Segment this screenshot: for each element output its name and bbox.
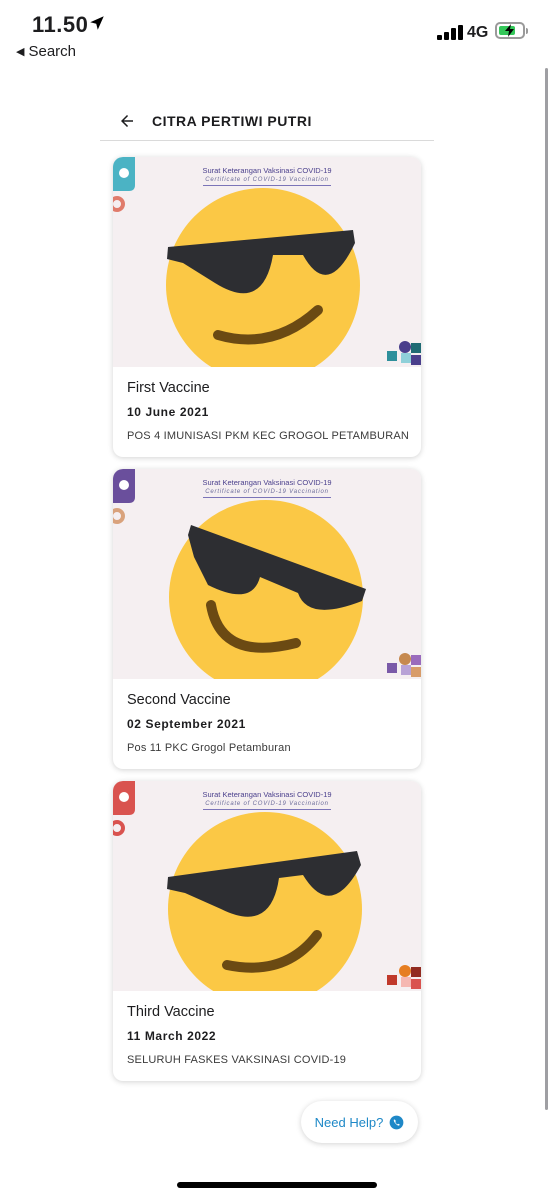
vaccine-location: Pos 11 PKC Grogol Petamburan xyxy=(127,742,291,754)
certificate-logo-icon xyxy=(113,781,135,836)
certificate-preview: Surat Keterangan Vaksinasi COVID-19 Cert… xyxy=(113,469,421,679)
certificate-title: Surat Keterangan Vaksinasi COVID-19 xyxy=(202,790,332,799)
battery-charging-icon xyxy=(495,22,528,39)
vaccine-card-third[interactable]: Surat Keterangan Vaksinasi COVID-19 Cert… xyxy=(113,781,421,1081)
need-help-button[interactable]: Need Help? xyxy=(301,1101,418,1143)
certificate-title: Surat Keterangan Vaksinasi COVID-19 xyxy=(202,478,332,487)
certificate-logo-icon xyxy=(113,157,135,212)
home-indicator xyxy=(177,1182,377,1188)
certificate-title: Surat Keterangan Vaksinasi COVID-19 xyxy=(202,166,332,175)
back-app-label: Search xyxy=(28,43,76,60)
back-triangle-icon: ◀ xyxy=(16,46,25,58)
whatsapp-icon xyxy=(389,1115,404,1129)
arrow-left-icon[interactable] xyxy=(118,112,136,130)
vaccine-location: POS 4 IMUNISASI PKM KEC GROGOL PETAMBURA… xyxy=(127,430,410,442)
need-help-label: Need Help? xyxy=(314,1114,384,1130)
certificate-subtitle: Certificate of COVID-19 Vaccination xyxy=(205,177,329,183)
scroll-indicator[interactable] xyxy=(545,68,548,1110)
vaccine-date: 10 June 2021 xyxy=(127,405,209,419)
certificate-pattern-icon xyxy=(387,341,421,365)
certificate-pattern-icon xyxy=(387,653,421,677)
certificate-preview: Surat Keterangan Vaksinasi COVID-19 Cert… xyxy=(113,157,421,367)
vaccine-location: SELURUH FASKES VAKSINASI COVID-19 xyxy=(127,1054,347,1066)
vaccine-card-first[interactable]: Surat Keterangan Vaksinasi COVID-19 Cert… xyxy=(113,157,421,457)
certificate-subtitle: Certificate of COVID-19 Vaccination xyxy=(205,801,329,807)
sunglasses-emoji-icon xyxy=(167,812,362,991)
status-bar: 11.50 ◀ Search 4G xyxy=(0,0,554,70)
vaccine-name: Second Vaccine xyxy=(127,692,231,708)
vaccine-name: Third Vaccine xyxy=(127,1004,215,1020)
location-arrow-icon xyxy=(90,16,104,30)
vaccine-date: 02 September 2021 xyxy=(127,717,246,731)
cellular-signal-icon xyxy=(437,24,463,40)
back-to-app-link[interactable]: ◀ Search xyxy=(16,43,76,60)
certificate-preview: Surat Keterangan Vaksinasi COVID-19 Cert… xyxy=(113,781,421,991)
page-header: CITRA PERTIWI PUTRI xyxy=(100,104,434,141)
network-type: 4G xyxy=(467,24,489,41)
page-title: CITRA PERTIWI PUTRI xyxy=(152,113,312,129)
vaccine-date: 11 March 2022 xyxy=(127,1029,217,1043)
vaccine-card-second[interactable]: Surat Keterangan Vaksinasi COVID-19 Cert… xyxy=(113,469,421,769)
vaccine-name: First Vaccine xyxy=(127,380,210,396)
sunglasses-emoji-icon xyxy=(169,500,366,679)
certificate-logo-icon xyxy=(113,469,135,524)
status-time: 11.50 xyxy=(32,12,89,37)
sunglasses-emoji-icon xyxy=(166,188,360,367)
certificate-pattern-icon xyxy=(387,965,421,989)
certificate-subtitle: Certificate of COVID-19 Vaccination xyxy=(205,489,329,495)
